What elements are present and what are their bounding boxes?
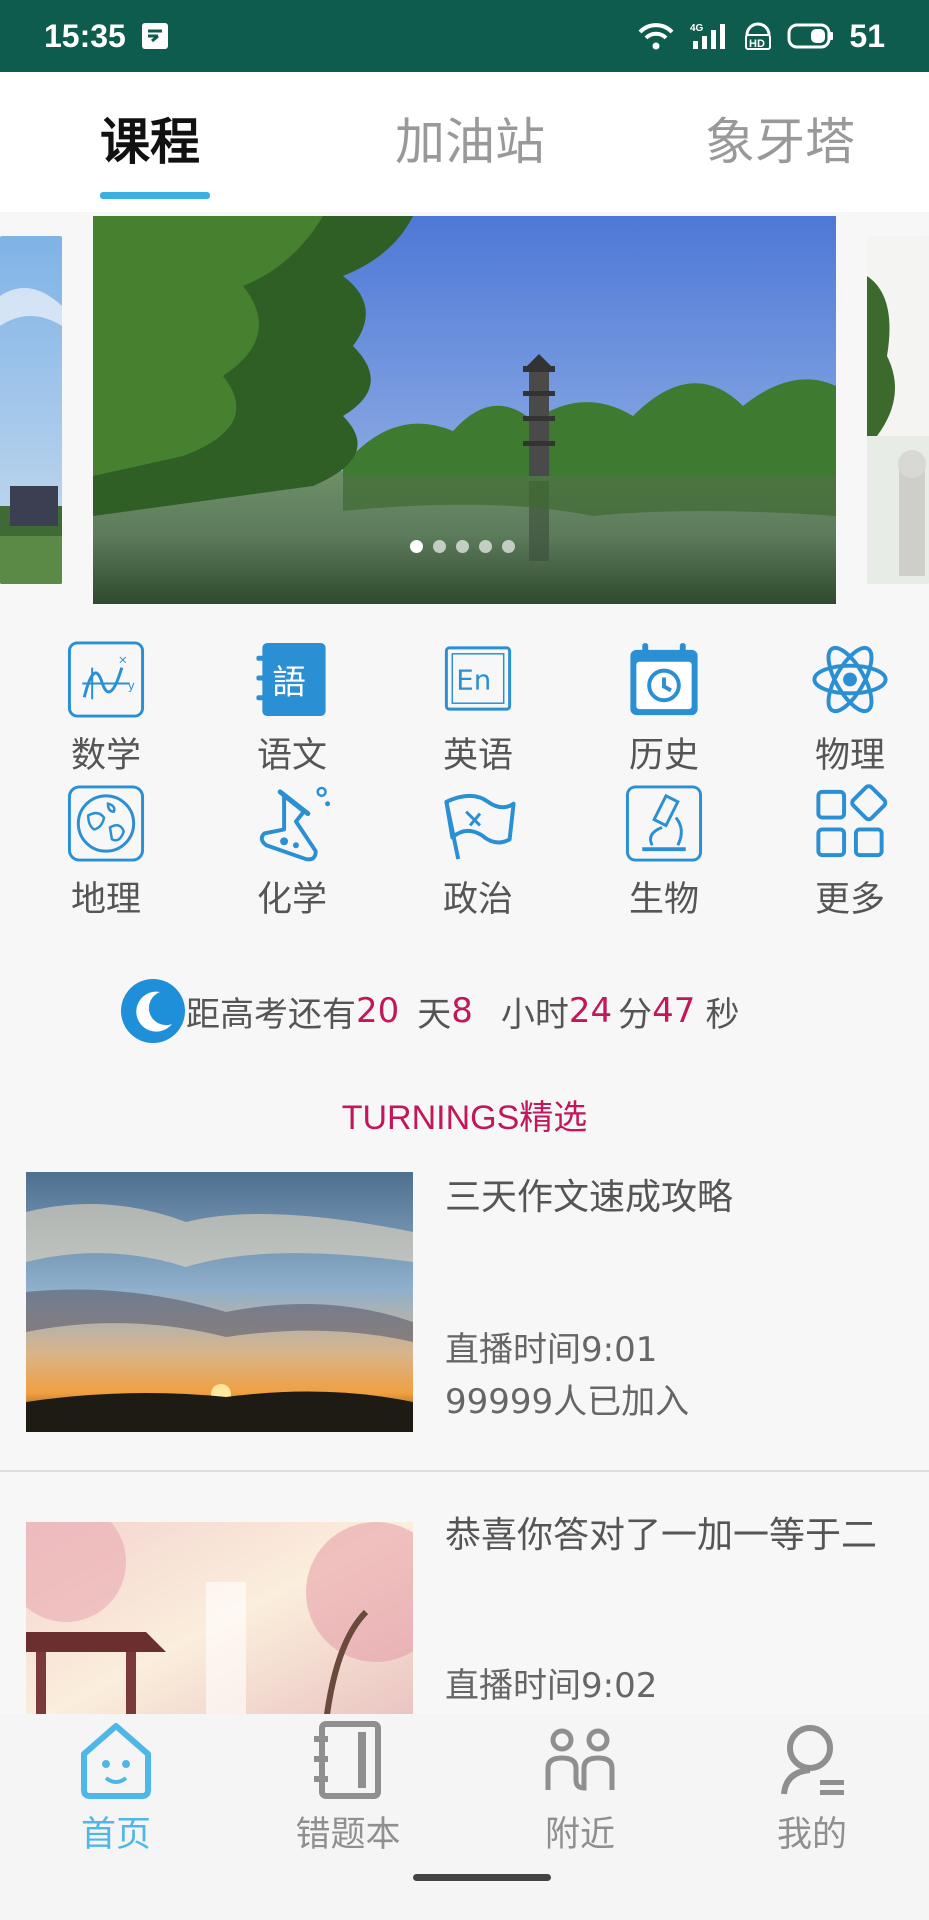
countdown-minutes-unit: 分 <box>618 994 653 1035</box>
tab-fuel-station[interactable]: 加油站 <box>395 102 545 174</box>
svg-text:×: × <box>118 653 128 667</box>
subject-math[interactable]: × y 数学 <box>13 638 199 778</box>
english-glyph: En <box>456 663 491 696</box>
subject-label: 历史 <box>628 736 699 776</box>
notification-icon <box>141 23 168 49</box>
geography-icon <box>67 785 145 862</box>
nav-notebook[interactable]: 错题本 <box>232 1714 464 1857</box>
wifi-icon <box>638 23 674 50</box>
nav-nearby[interactable]: 附近 <box>464 1714 696 1857</box>
section-title: TURNINGS精选 <box>341 1099 588 1137</box>
divider <box>0 1470 929 1472</box>
subject-more[interactable]: 更多 <box>757 782 929 922</box>
status-time: 15:35 <box>44 17 126 54</box>
banner-dot[interactable] <box>479 540 492 553</box>
biology-icon <box>625 785 703 862</box>
subject-label: 英语 <box>442 736 513 776</box>
banner-pagination <box>410 540 515 553</box>
nav-home[interactable]: 首页 <box>0 1714 232 1857</box>
subject-label: 地理 <box>70 880 141 920</box>
nav-label: 附近 <box>544 1815 615 1855</box>
notebook-icon <box>314 1721 381 1799</box>
math-icon: × y <box>67 641 145 718</box>
home-icon <box>81 1723 151 1799</box>
more-icon <box>816 784 888 858</box>
home-indicator[interactable] <box>413 1874 551 1881</box>
banner-dot[interactable] <box>456 540 469 553</box>
subject-history[interactable]: 历史 <box>571 638 757 778</box>
tab-courses[interactable]: 课程 <box>100 102 200 174</box>
subject-label: 数学 <box>70 736 141 776</box>
english-icon: En <box>444 646 512 711</box>
top-tabs: 课程 加油站 象牙塔 <box>0 72 929 212</box>
course-thumbnail[interactable] <box>26 1172 413 1432</box>
subject-label: 语文 <box>256 736 327 776</box>
subject-politics[interactable]: 政治 <box>385 782 571 922</box>
battery-icon <box>787 23 834 49</box>
subject-chinese[interactable]: 語 语文 <box>199 638 385 778</box>
subject-label: 更多 <box>814 880 885 920</box>
course-live-time: 直播时间9:02 <box>445 1666 658 1706</box>
battery-level: 51 <box>849 17 885 54</box>
status-bar: 15:35 4G HD 51 <box>0 0 929 72</box>
subject-label: 生物 <box>628 880 699 920</box>
countdown-hours: 8 <box>451 991 473 1031</box>
nearby-icon <box>545 1728 615 1791</box>
chinese-glyph: 語 <box>272 662 306 701</box>
chemistry-icon <box>259 786 331 862</box>
course-card[interactable]: 恭喜你答对了一加一等于二 直播时间9:02 <box>0 1510 929 1726</box>
subject-label: 化学 <box>256 880 327 920</box>
countdown-hours-unit: 小时 <box>500 994 569 1035</box>
countdown-days-unit: 天 <box>417 994 452 1035</box>
course-title[interactable]: 恭喜你答对了一加一等于二 <box>445 1510 895 1562</box>
course-thumbnail[interactable] <box>26 1522 413 1726</box>
nav-label: 错题本 <box>295 1815 401 1855</box>
banner-dot[interactable] <box>502 540 515 553</box>
tab-ivory-tower[interactable]: 象牙塔 <box>705 102 855 174</box>
banner-prev-slide[interactable] <box>0 236 62 584</box>
banner-dot[interactable] <box>410 540 423 553</box>
bottom-navigation: 首页 错题本 附近 我的 <box>0 1714 929 1920</box>
active-tab-indicator <box>100 192 210 199</box>
subject-biology[interactable]: 生物 <box>571 782 757 922</box>
hd-label: HD <box>749 38 765 50</box>
countdown-days: 20 <box>356 991 400 1031</box>
subject-label: 政治 <box>442 880 513 920</box>
subject-geography[interactable]: 地理 <box>13 782 199 922</box>
banner-dot[interactable] <box>433 540 446 553</box>
moon-icon <box>121 979 185 1043</box>
chinese-icon: 語 <box>256 642 326 717</box>
subject-physics[interactable]: 物理 <box>757 638 929 778</box>
svg-text:y: y <box>128 678 135 692</box>
exam-countdown: 距高考还有 20 天 8 小时 24 分 47 秒 <box>120 978 739 1044</box>
history-icon <box>630 642 698 716</box>
subject-english[interactable]: En 英语 <box>385 638 571 778</box>
nav-label: 首页 <box>80 1815 151 1855</box>
countdown-seconds: 47 <box>652 991 696 1031</box>
physics-icon <box>812 645 888 714</box>
course-live-time: 直播时间9:01 <box>445 1330 658 1370</box>
network-type-label: 4G <box>690 23 704 34</box>
countdown-minutes: 24 <box>568 991 613 1031</box>
countdown-prefix: 距高考还有 <box>186 994 356 1035</box>
profile-icon <box>781 1725 844 1795</box>
politics-icon <box>444 793 516 860</box>
course-card[interactable]: 三天作文速成攻略 直播时间9:01 99999人已加入 <box>0 1172 929 1462</box>
hd-icon: HD <box>745 22 772 50</box>
course-title[interactable]: 三天作文速成攻略 <box>445 1172 895 1224</box>
nav-label: 我的 <box>776 1815 847 1855</box>
subject-label: 物理 <box>814 736 885 776</box>
nav-profile[interactable]: 我的 <box>696 1714 928 1857</box>
signal-icon: 4G <box>690 23 726 49</box>
course-participants: 99999人已加入 <box>445 1382 690 1422</box>
subject-chemistry[interactable]: 化学 <box>199 782 385 922</box>
countdown-seconds-unit: 秒 <box>705 994 740 1035</box>
banner-next-slide[interactable] <box>867 236 929 584</box>
